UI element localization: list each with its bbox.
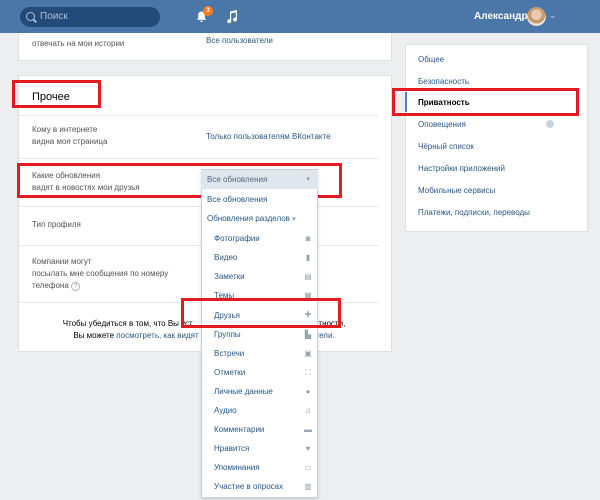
- events-icon: ▣: [304, 349, 312, 358]
- avatar[interactable]: [527, 7, 546, 26]
- video-icon: ▮: [305, 253, 311, 262]
- sidebar-item-general[interactable]: Общее: [418, 55, 444, 64]
- chevron-down-icon: ▾: [306, 176, 310, 183]
- tags-icon: ⛶: [305, 368, 311, 377]
- dropdown-option-all[interactable]: Все обновления: [207, 195, 267, 204]
- divider: [19, 245, 379, 246]
- notes-icon: ▤: [304, 272, 312, 281]
- comment-icon: ▬: [304, 425, 312, 434]
- dropdown-item-notes[interactable]: Заметки: [214, 272, 245, 281]
- divider: [19, 158, 379, 159]
- dropdown-item-likes[interactable]: Нравится: [214, 444, 249, 453]
- row-value-visibility[interactable]: Только пользователям ВКонтакте: [206, 130, 331, 143]
- row-label-stories: отвечать на мои истории: [32, 39, 125, 48]
- search-placeholder: Поиск: [40, 11, 68, 22]
- help-icon[interactable]: ?: [71, 282, 81, 291]
- row-label-line: видна моя страница: [32, 137, 108, 146]
- row-label-line: Кому в интернете: [32, 125, 98, 134]
- dropdown-item-personal[interactable]: Личные данные: [214, 387, 273, 396]
- dropdown-item-audio[interactable]: Аудио: [214, 406, 237, 415]
- dropdown-selected-label: Все обновления: [207, 175, 268, 184]
- dropdown-item-comments[interactable]: Комментарии: [214, 425, 264, 434]
- dropdown-item-video[interactable]: Видео: [214, 253, 237, 262]
- music-icon: ♫: [305, 406, 311, 415]
- dropdown-item-tags[interactable]: Отметки: [214, 368, 245, 377]
- sidebar-item-notifications[interactable]: Оповещения: [418, 120, 466, 129]
- settings-sidebar: [405, 44, 588, 232]
- sidebar-item-apps[interactable]: Настройки приложений: [418, 164, 505, 173]
- row-label-profile-type: Тип профиля: [32, 220, 81, 229]
- chevron-down-icon: ▾: [292, 216, 296, 223]
- dropdown-item-mentions[interactable]: Упоминания: [214, 463, 260, 472]
- highlight-box-section: [12, 80, 101, 108]
- row-value-stories[interactable]: Все пользователи: [206, 34, 273, 47]
- dropdown-option-sections[interactable]: Обновления разделов ▾: [207, 214, 296, 223]
- notifications-badge: 3: [203, 6, 213, 16]
- camera-icon: ◙: [305, 234, 311, 243]
- dropdown-option-sections-label: Обновления разделов: [207, 214, 290, 223]
- search-input[interactable]: Поиск: [20, 7, 160, 27]
- search-icon: [26, 12, 35, 21]
- groups-icon: ▙: [304, 330, 312, 339]
- view-as-link[interactable]: посмотреть, как видят: [116, 331, 198, 340]
- top-bar: Поиск 3 Александр ⌄: [0, 0, 600, 33]
- note-text: Вы можете: [73, 331, 117, 340]
- sidebar-item-security[interactable]: Безопасность: [418, 77, 469, 86]
- heart-icon: ♥: [305, 444, 311, 453]
- dropdown-item-groups[interactable]: Группы: [214, 330, 241, 339]
- divider: [19, 206, 379, 207]
- poll-icon: ▥: [304, 482, 312, 491]
- row-label-line: посылать мне сообщения по номеру: [32, 269, 169, 278]
- sidebar-item-payments[interactable]: Платежи, подписки, переводы: [418, 208, 530, 217]
- note-text: Чтобы убедиться в том, что Вы уст: [62, 319, 193, 328]
- highlight-box-friends: [181, 298, 341, 328]
- row-label-line: Компании могут: [32, 257, 92, 266]
- row-label-visibility: Кому в интернете видна моя страница: [32, 124, 107, 148]
- sidebar-item-blacklist[interactable]: Чёрный список: [418, 142, 474, 151]
- row-label-companies: Компании могут посылать мне сообщения по…: [32, 256, 168, 292]
- chevron-down-icon[interactable]: ⌄: [549, 10, 557, 21]
- person-icon: ●: [305, 387, 311, 396]
- dropdown-selected[interactable]: Все обновления ▾: [201, 170, 318, 189]
- dropdown-item-photos[interactable]: Фотографии: [214, 234, 260, 243]
- sidebar-item-mobile[interactable]: Мобильные сервисы: [418, 186, 495, 195]
- dropdown-item-polls[interactable]: Участие в опросах: [214, 482, 283, 491]
- divider: [19, 115, 379, 116]
- row-label-line: телефона: [32, 281, 69, 290]
- music-icon[interactable]: [226, 10, 238, 24]
- dropdown-item-events[interactable]: Встречи: [214, 349, 244, 358]
- username[interactable]: Александр: [474, 11, 528, 22]
- mention-icon: ▭: [304, 463, 312, 472]
- highlight-box-privacy: [392, 88, 579, 116]
- gear-icon[interactable]: [546, 120, 554, 128]
